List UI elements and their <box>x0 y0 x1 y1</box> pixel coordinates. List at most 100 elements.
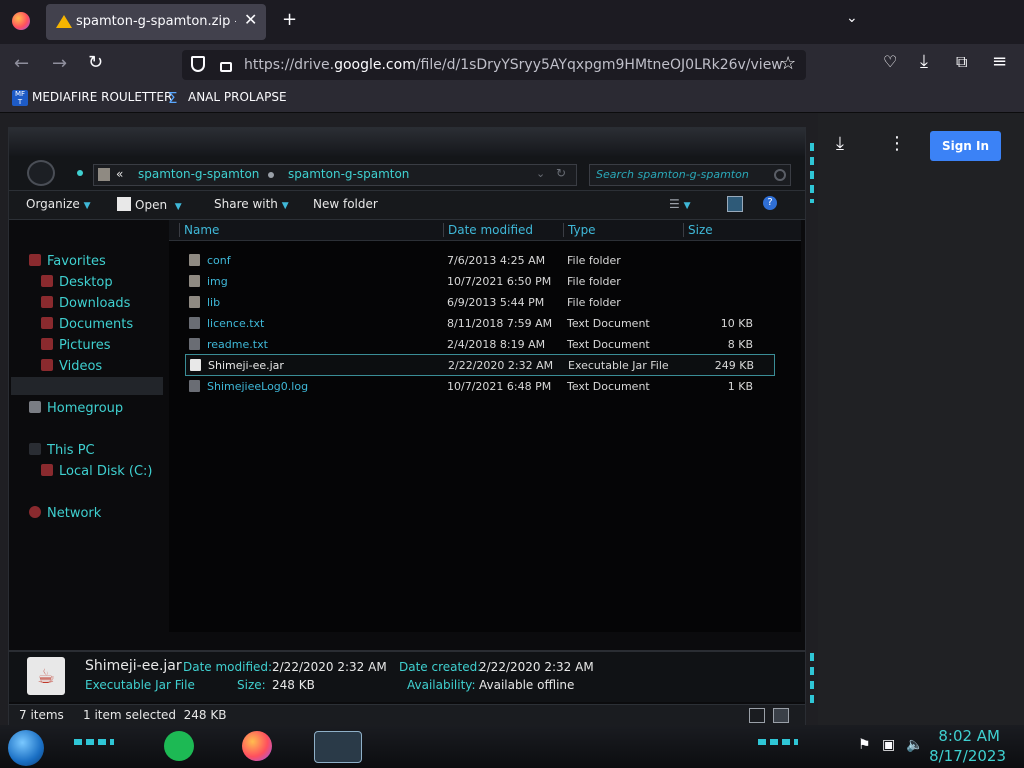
network-icon[interactable]: ▣ <box>882 737 895 753</box>
homegroup-icon <box>29 401 41 413</box>
organize-button[interactable]: Organize ▼ <box>26 197 91 211</box>
help-icon[interactable]: ? <box>763 196 777 210</box>
search-icon[interactable] <box>774 169 786 181</box>
nav-pictures[interactable]: Pictures <box>41 338 110 353</box>
back-button-orb-icon[interactable] <box>27 160 55 186</box>
file-row[interactable]: lib 6/9/2013 5:44 PM File folder <box>185 292 773 312</box>
java-jar-icon <box>190 359 201 371</box>
cyan-frame-decoration <box>758 739 798 745</box>
file-row[interactable]: readme.txt 2/4/2018 8:19 AM Text Documen… <box>185 334 773 354</box>
dropdown-dot-icon[interactable] <box>77 170 83 176</box>
url-bar[interactable]: https://drive.google.com/file/d/1sDryYSr… <box>182 50 806 80</box>
download-icon[interactable]: ⤓ <box>836 133 844 154</box>
file-row[interactable]: licence.txt 8/11/2018 7:59 AM Text Docum… <box>185 313 773 333</box>
file-row[interactable]: conf 7/6/2013 4:25 AM File folder <box>185 250 773 270</box>
bookmark-anal-prolapse[interactable]: ANAL PROLAPSE <box>188 90 287 104</box>
breadcrumb-item[interactable]: spamton-g-spamton <box>288 167 409 181</box>
plus-icon[interactable]: + <box>282 9 297 30</box>
nav-local-disk[interactable]: Local Disk (C:) <box>41 464 152 479</box>
bookmark-mediafire-roulette[interactable]: MEDIAFIRE ROULETTER <box>32 90 172 104</box>
nav-this-pc[interactable]: This PC <box>29 443 95 458</box>
status-selection: 1 item selected 248 KB <box>83 708 227 722</box>
file-name: img <box>207 275 228 288</box>
bookmark-mediafire-icon: MF T <box>12 90 28 106</box>
clock-date[interactable]: 8/17/2023 <box>929 747 1006 765</box>
taskbar: ⚑ ▣ 🔈 8:02 AM 8/17/2023 <box>0 725 1024 768</box>
file-name: readme.txt <box>207 338 268 351</box>
clock-time[interactable]: 8:02 AM <box>938 727 1000 745</box>
file-row[interactable]: img 10/7/2021 6:50 PM File folder <box>185 271 773 291</box>
breadcrumb-back-marker: « <box>116 167 124 181</box>
chevron-down-icon[interactable]: ⌄ <box>846 10 858 26</box>
share-with-button[interactable]: Share with ▼ <box>214 197 289 211</box>
open-button[interactable]: Open ▼ <box>117 197 182 212</box>
file-name: conf <box>207 254 231 267</box>
details-date-created: 2/22/2020 2:32 AM <box>479 660 594 674</box>
sign-in-button[interactable]: Sign In <box>930 131 1001 161</box>
nav-downloads[interactable]: Downloads <box>41 296 130 311</box>
notes-app-icon[interactable] <box>164 731 194 761</box>
download-icon[interactable]: ⤓ <box>920 51 928 72</box>
file-explorer-icon[interactable] <box>314 731 362 763</box>
file-size: 249 KB <box>714 359 754 372</box>
lock-icon[interactable] <box>220 62 232 72</box>
nav-videos[interactable]: Videos <box>41 359 102 374</box>
nav-network[interactable]: Network <box>29 506 101 521</box>
column-size[interactable]: Size <box>683 223 746 237</box>
nav-documents[interactable]: Documents <box>41 317 133 332</box>
start-orb-icon[interactable] <box>8 730 44 766</box>
new-folder-button[interactable]: New folder <box>313 197 378 211</box>
file-size: 10 KB <box>720 317 753 330</box>
preview-pane-icon[interactable] <box>727 196 743 212</box>
videos-icon <box>41 359 53 371</box>
file-size: 1 KB <box>727 380 753 393</box>
details-view-icon[interactable] <box>749 708 765 723</box>
nav-favorites[interactable]: Favorites <box>29 254 106 269</box>
nav-homegroup[interactable]: Homegroup <box>29 401 123 416</box>
text-document-icon <box>189 338 200 350</box>
puzzle-icon[interactable]: ⧉ <box>956 52 967 72</box>
close-tab-icon[interactable]: ✕ <box>244 10 257 29</box>
chevron-down-icon[interactable]: ⌄ <box>536 167 545 180</box>
details-availability-label: Availability: <box>407 678 476 692</box>
breadcrumb-item[interactable]: spamton-g-spamton <box>138 167 259 181</box>
shield-icon[interactable] <box>191 56 205 72</box>
explorer-title-frame <box>9 128 805 156</box>
search-input[interactable]: Search spamton-g-spamton <box>589 164 791 186</box>
column-type[interactable]: Type <box>563 223 668 237</box>
column-name[interactable]: Name <box>179 223 430 237</box>
documents-icon <box>41 317 53 329</box>
hamburger-menu-icon[interactable]: ≡ <box>992 51 1007 72</box>
file-row-selected[interactable]: Shimeji-ee.jar 2/22/2020 2:32 AM Executa… <box>185 354 775 376</box>
star-icon[interactable]: ☆ <box>780 53 796 74</box>
speaker-icon[interactable]: 🔈 <box>906 737 923 753</box>
url-text: https://drive.google.com/file/d/1sDryYSr… <box>244 57 783 73</box>
column-date-modified[interactable]: Date modified <box>443 223 552 237</box>
folder-icon <box>189 296 200 308</box>
flag-icon[interactable]: ⚑ <box>858 737 871 753</box>
large-icons-view-icon[interactable] <box>773 708 789 723</box>
nav-this-pc-label: This PC <box>47 443 95 458</box>
details-date-created-label: Date created: <box>399 660 482 674</box>
file-explorer-window: « spamton-g-spamton spamton-g-spamton ⌄ … <box>8 127 806 725</box>
tab-spamton-zip[interactable]: spamton-g-spamton.zip - Goog ✕ <box>46 4 266 40</box>
change-view-icon[interactable]: ☰ ▼ <box>669 197 691 211</box>
file-size: 8 KB <box>727 338 753 351</box>
nav-desktop[interactable]: Desktop <box>41 275 113 290</box>
refresh-icon[interactable]: ↻ <box>556 166 566 180</box>
computer-icon <box>29 443 41 455</box>
firefox-icon[interactable] <box>242 731 272 761</box>
file-name: Shimeji-ee.jar <box>208 359 284 372</box>
pocket-icon[interactable]: ♡ <box>883 52 897 71</box>
details-size: 248 KB <box>272 678 315 692</box>
more-vert-icon[interactable]: ⋮ <box>888 133 906 154</box>
desktop-icon <box>41 275 53 287</box>
arrow-right-icon[interactable]: → <box>52 53 67 74</box>
arrow-left-icon[interactable]: ← <box>14 53 29 74</box>
address-bar[interactable]: « spamton-g-spamton spamton-g-spamton ⌄ … <box>93 164 577 186</box>
google-drive-icon <box>56 15 72 28</box>
folder-icon <box>189 275 200 287</box>
file-row[interactable]: ShimejieeLog0.log 10/7/2021 6:48 PM Text… <box>185 376 773 396</box>
reload-icon[interactable]: ↻ <box>88 52 103 73</box>
nav-favorites-label: Favorites <box>47 254 106 269</box>
